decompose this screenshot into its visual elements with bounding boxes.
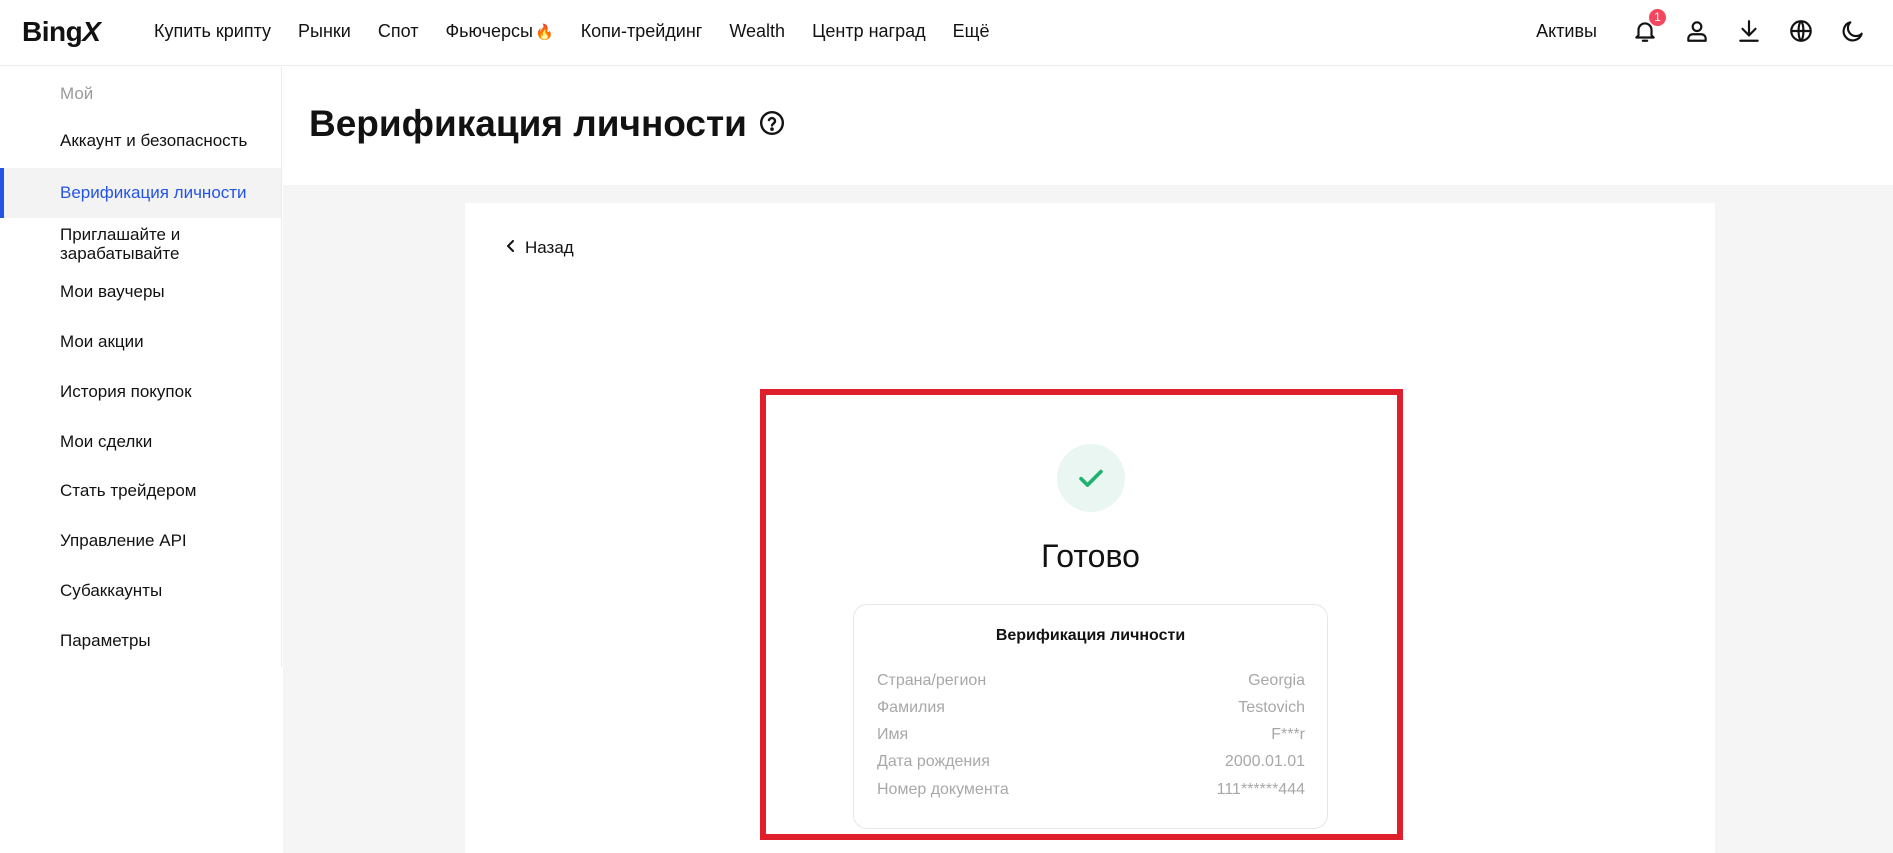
globe-icon[interactable] [1775, 0, 1827, 62]
help-icon[interactable] [759, 103, 785, 145]
nav-rewards-center[interactable]: Центр наград [812, 21, 926, 42]
info-row: Номер документа 111******444 [877, 781, 1305, 799]
info-row: Страна/регион Georgia [877, 672, 1305, 690]
nav-buy-crypto[interactable]: Купить крипту [154, 21, 271, 42]
sidebar: Мой Аккаунт и безопасность Верификация л… [0, 67, 282, 667]
top-navbar: Bing X Купить крипту Рынки Спот Фьючерсы 🔥… [0, 0, 1893, 66]
info-label: Имя [877, 726, 909, 743]
sidebar-item-purchase-history[interactable]: История покупок [0, 379, 281, 405]
sidebar-item-api-management[interactable]: Управление API [0, 528, 281, 554]
sidebar-item-identity-verification[interactable]: Верификация личности [0, 168, 281, 218]
logo-text: Bing [22, 16, 83, 47]
page-title: Верификация личности [309, 103, 785, 145]
main-nav: Купить крипту Рынки Спот Фьючерсы 🔥 Копи-… [154, 0, 989, 62]
back-label: Назад [525, 238, 574, 257]
info-value: Georgia [1248, 672, 1305, 689]
user-icon[interactable] [1671, 0, 1723, 62]
info-value: F***r [1271, 726, 1305, 743]
info-row: Фамилия Testovich [877, 699, 1305, 717]
card-title: Верификация личности [995, 627, 1186, 644]
fire-icon: 🔥 [535, 23, 554, 41]
nav-copy-trading[interactable]: Копи-трейдинг [581, 21, 703, 42]
verification-summary-card: Верификация личности Страна/регион Georg… [853, 604, 1328, 829]
info-value: 2000.01.01 [1224, 753, 1305, 770]
nav-more[interactable]: Ещё [953, 21, 990, 42]
sidebar-item-account-security[interactable]: Аккаунт и безопасность [0, 128, 281, 154]
status-title: Готово [1041, 538, 1140, 574]
nav-spot[interactable]: Спот [378, 21, 419, 42]
info-label: Дата рождения [877, 753, 990, 770]
moon-icon[interactable] [1827, 0, 1879, 62]
info-value: Testovich [1238, 699, 1305, 716]
success-check-icon [1057, 444, 1125, 512]
assets-link[interactable]: Активы [1536, 21, 1597, 42]
back-button[interactable]: Назад [505, 238, 574, 258]
sidebar-heading: Мой [60, 84, 94, 103]
sidebar-item-my-trades[interactable]: Мои сделки [0, 429, 281, 455]
info-label: Номер документа [877, 781, 1009, 798]
sidebar-item-invite-earn[interactable]: Приглашайте и зарабатывайте [0, 222, 240, 266]
info-value: 111******444 [1216, 781, 1305, 798]
nav-futures-label: Фьючерсы [445, 20, 533, 41]
nav-wealth[interactable]: Wealth [729, 21, 785, 42]
logo-x: X [82, 16, 101, 47]
bingx-logo[interactable]: Bing X [22, 14, 101, 50]
nav-markets[interactable]: Рынки [298, 21, 351, 42]
info-label: Страна/регион [877, 672, 987, 689]
nav-futures[interactable]: Фьючерсы 🔥 [445, 21, 553, 42]
download-icon[interactable] [1723, 0, 1775, 62]
sidebar-item-promotions[interactable]: Мои акции [0, 329, 281, 355]
sidebar-item-vouchers[interactable]: Мои ваучеры [0, 279, 281, 305]
info-row: Дата рождения 2000.01.01 [877, 753, 1305, 771]
header-right: Активы 1 [1536, 0, 1893, 62]
chevron-left-icon [505, 238, 517, 258]
sidebar-item-settings[interactable]: Параметры [0, 628, 281, 654]
notification-badge: 1 [1649, 9, 1666, 26]
info-row: Имя F***r [877, 726, 1305, 744]
sidebar-item-become-trader[interactable]: Стать трейдером [0, 478, 281, 504]
sidebar-item-subaccounts[interactable]: Субаккаунты [0, 578, 281, 604]
info-label: Фамилия [877, 699, 945, 716]
page-title-text: Верификация личности [309, 103, 747, 144]
bell-icon[interactable]: 1 [1619, 0, 1671, 62]
